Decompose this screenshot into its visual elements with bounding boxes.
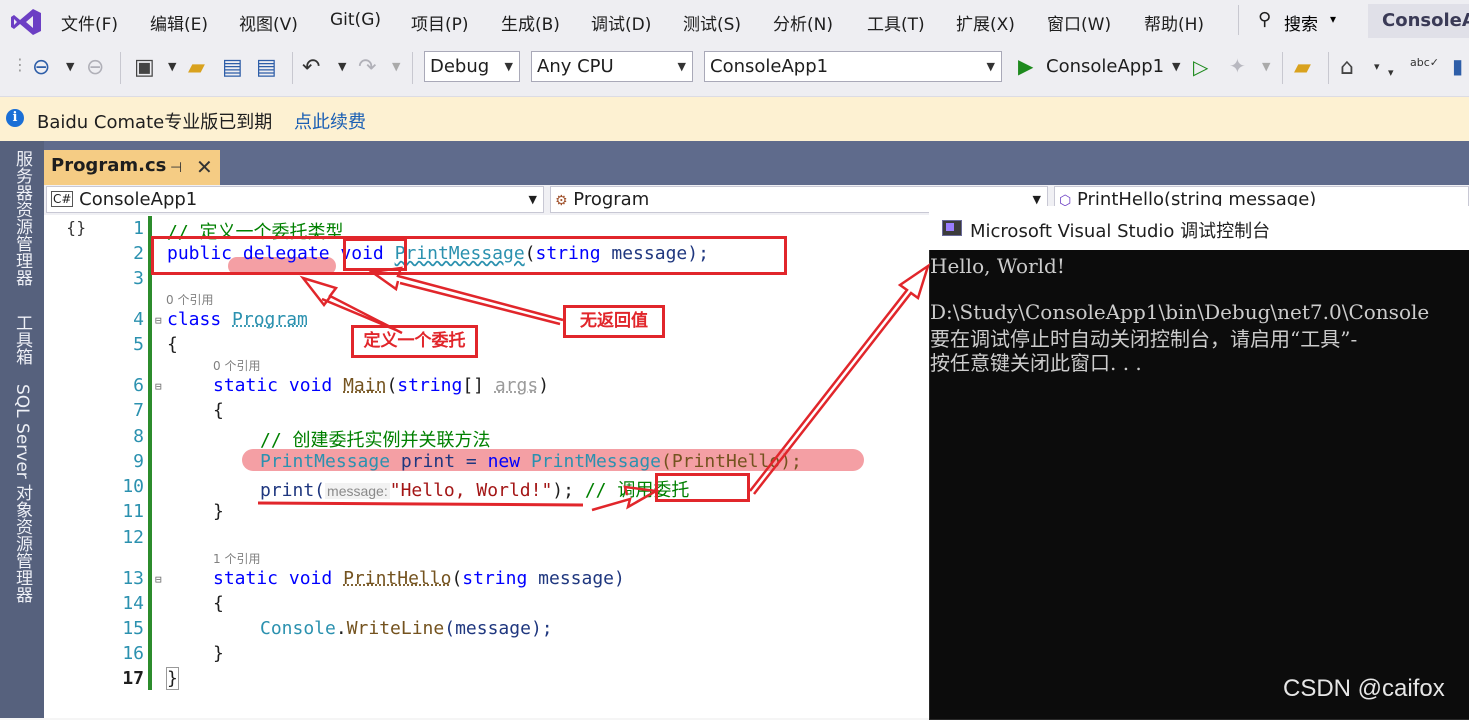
arrow-invoke bbox=[591, 485, 660, 512]
underline-print-call bbox=[257, 501, 584, 507]
arrow-no-return bbox=[368, 266, 564, 322]
arrow-define-delegate bbox=[299, 275, 403, 335]
csdn-watermark: CSDN @caifox bbox=[1283, 675, 1445, 702]
arrow-no-return-2 bbox=[399, 281, 561, 326]
arrow-define-delegate-2 bbox=[321, 297, 397, 332]
annotation-arrows bbox=[257, 262, 931, 512]
arrow-console bbox=[749, 262, 931, 495]
